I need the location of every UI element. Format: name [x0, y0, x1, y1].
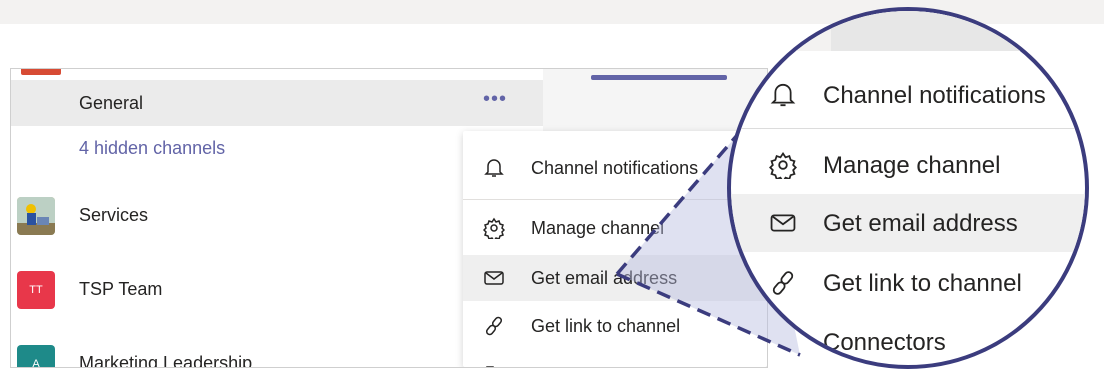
gear-icon	[769, 151, 797, 184]
team-label: Services	[79, 205, 149, 225]
zoom-item-channel-notifications: Channel notifications	[731, 66, 1085, 124]
team-label: TSP Team	[79, 279, 163, 299]
team-avatar	[17, 197, 55, 235]
zoom-item-get-email-address: Get email address	[731, 194, 1085, 252]
zoom-item-label: Get link to channel	[823, 270, 1022, 297]
bell-icon	[483, 157, 505, 179]
active-tab-indicator	[591, 75, 727, 80]
zoom-item-connectors: Connectors	[731, 313, 1085, 365]
team-avatar: A	[17, 345, 55, 367]
zoom-item-label: Get email address	[823, 210, 1018, 237]
teams-screenshot: General ••• 4 hidden channels Services T…	[10, 68, 768, 368]
zoom-item-label: Manage channel	[823, 152, 1001, 179]
menu-item-label: Connectors	[531, 364, 623, 367]
hidden-channels-link[interactable]: 4 hidden channels	[79, 138, 225, 159]
menu-item-connectors[interactable]: Connectors	[463, 351, 767, 367]
connector-icon	[483, 363, 505, 367]
menu-item-get-link-to-channel[interactable]: Get link to channel	[463, 303, 767, 349]
zoom-separator	[731, 128, 1085, 129]
connector-icon	[769, 328, 797, 356]
menu-item-channel-notifications[interactable]: Channel notifications	[463, 145, 767, 191]
menu-item-label: Manage channel	[531, 218, 665, 238]
team-label: Marketing Leadership	[79, 353, 253, 368]
envelope-icon	[769, 209, 797, 237]
zoom-item-label: Channel notifications	[823, 82, 1046, 109]
bell-icon	[769, 81, 797, 109]
menu-item-manage-channel[interactable]: Manage channel	[463, 205, 767, 251]
menu-item-label: Channel notifications	[531, 158, 699, 178]
zoom-item-get-link-to-channel: Get link to channel	[731, 254, 1085, 312]
envelope-icon	[483, 267, 505, 289]
menu-separator	[463, 199, 767, 200]
zoom-item-label: Connectors	[823, 329, 946, 356]
team-color-tab	[21, 69, 61, 75]
channel-item-general[interactable]: General •••	[11, 80, 543, 126]
zoom-item-manage-channel: Manage channel	[731, 136, 1085, 194]
gear-icon	[482, 217, 506, 243]
magnifier-circle: Channel notifications Manage channel Get…	[727, 7, 1089, 369]
menu-item-label: Get email address	[531, 268, 678, 288]
channel-options-menu: Channel notifications Manage channel Get…	[463, 131, 767, 367]
team-avatar: TT	[17, 271, 55, 309]
zoom-header-pane	[831, 11, 1085, 51]
menu-item-label: Get link to channel	[531, 316, 681, 336]
link-icon	[769, 269, 797, 297]
menu-item-get-email-address[interactable]: Get email address	[463, 255, 767, 301]
more-options-button[interactable]: •••	[483, 88, 507, 111]
channel-label: General	[79, 93, 144, 113]
link-icon	[483, 315, 505, 337]
